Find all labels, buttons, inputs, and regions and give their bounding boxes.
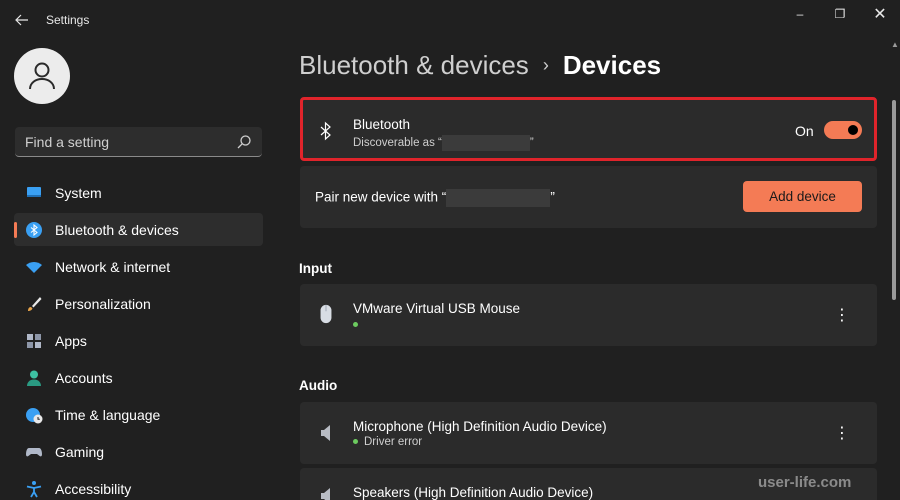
status-dot (353, 322, 358, 328)
window-title: Settings (46, 13, 90, 27)
device-name: Speakers (High Definition Audio Device) (353, 485, 594, 500)
device-card-mouse[interactable]: VMware Virtual USB Mouse ⋮ (300, 284, 877, 346)
sidebar-item-label: Network & internet (55, 258, 171, 275)
bluetooth-card: Bluetooth Discoverable as “ ” On (300, 97, 877, 161)
pair-suffix: ” (550, 189, 555, 205)
sidebar-item-personalization[interactable]: Personalization (14, 287, 263, 320)
subtitle-prefix: Discoverable as “ (353, 137, 442, 150)
pair-text: Pair new device with “ ” (315, 189, 555, 207)
bluetooth-subtitle: Discoverable as “ ” (353, 135, 534, 151)
scroll-up-icon[interactable]: ▲ (891, 40, 899, 49)
toggle-knob (848, 125, 858, 135)
bluetooth-title: Bluetooth (353, 117, 411, 132)
more-options-button[interactable]: ⋮ (832, 423, 852, 443)
bluetooth-toggle-label: On (795, 123, 814, 139)
sidebar-item-time-language[interactable]: Time & language (14, 398, 263, 431)
pair-device-card: Pair new device with “ ” Add device (300, 166, 877, 228)
chevron-right-icon: › (542, 55, 549, 75)
device-status: Driver error (353, 436, 422, 448)
search-input[interactable]: Find a setting (15, 127, 262, 157)
breadcrumb: Bluetooth & devices › Devices (299, 50, 661, 81)
section-title-audio: Audio (299, 378, 338, 393)
page-title: Devices (562, 50, 662, 80)
breadcrumb-parent[interactable]: Bluetooth & devices (299, 50, 529, 81)
arrow-left-icon (15, 14, 28, 26)
close-button[interactable]: ✕ (868, 6, 892, 23)
sidebar-item-apps[interactable]: Apps (14, 324, 263, 357)
system-icon (27, 186, 41, 197)
speaker-icon (321, 488, 330, 500)
status-dot (353, 439, 358, 445)
sidebar-item-accounts[interactable]: Accounts (14, 361, 263, 394)
sidebar-item-network[interactable]: Network & internet (14, 250, 263, 283)
scroll-thumb[interactable] (892, 100, 896, 300)
accessibility-icon (26, 480, 42, 497)
back-button[interactable] (10, 8, 34, 32)
redacted-device-name (446, 189, 551, 207)
brush-icon (28, 296, 42, 311)
section-title-input: Input (299, 261, 332, 276)
sidebar-nav: System Bluetooth & devices Network & int… (14, 176, 263, 500)
device-status (353, 319, 364, 331)
bluetooth-toggle[interactable] (824, 121, 862, 139)
watermark: user-life.com (758, 474, 852, 491)
scrollbar[interactable]: ▲ (891, 40, 899, 500)
speaker-icon (321, 425, 330, 441)
user-icon (29, 62, 55, 90)
bluetooth-icon (320, 121, 331, 141)
globe-clock-icon (26, 407, 43, 423)
minimize-button[interactable]: – (788, 6, 812, 22)
search-placeholder: Find a setting (25, 134, 110, 150)
sidebar-item-label: Personalization (55, 295, 151, 312)
sidebar-item-accessibility[interactable]: Accessibility (14, 472, 263, 500)
mouse-icon (320, 304, 332, 324)
more-options-button[interactable]: ⋮ (832, 305, 852, 325)
sidebar-item-label: Accounts (55, 369, 113, 386)
maximize-button[interactable]: ❐ (828, 6, 852, 22)
subtitle-suffix: ” (529, 137, 534, 150)
sidebar-item-label: Bluetooth & devices (55, 221, 179, 238)
sidebar-item-label: System (55, 184, 102, 201)
bluetooth-icon (26, 221, 42, 238)
sidebar-item-label: Gaming (55, 443, 105, 460)
add-device-button[interactable]: Add device (743, 181, 862, 212)
device-name: Microphone (High Definition Audio Device… (353, 419, 607, 434)
device-card-microphone[interactable]: Microphone (High Definition Audio Device… (300, 402, 877, 464)
gamepad-icon (26, 447, 42, 456)
wifi-icon (26, 261, 42, 273)
sidebar-item-label: Time & language (55, 406, 161, 423)
avatar[interactable] (14, 48, 70, 104)
sidebar-item-label: Apps (55, 332, 87, 349)
title-bar: Settings – ❐ ✕ (0, 0, 900, 40)
sidebar-item-gaming[interactable]: Gaming (14, 435, 263, 468)
pair-prefix: Pair new device with “ (315, 189, 447, 205)
sidebar-item-label: Accessibility (55, 480, 132, 497)
device-status-text: Driver error (364, 436, 423, 448)
redacted-device-name (441, 135, 530, 151)
sidebar-item-system[interactable]: System (14, 176, 263, 209)
apps-icon (27, 333, 41, 348)
device-name: VMware Virtual USB Mouse (353, 301, 521, 316)
accounts-icon (27, 370, 41, 386)
search-icon[interactable] (236, 134, 252, 150)
sidebar-item-bluetooth-devices[interactable]: Bluetooth & devices (14, 213, 263, 246)
